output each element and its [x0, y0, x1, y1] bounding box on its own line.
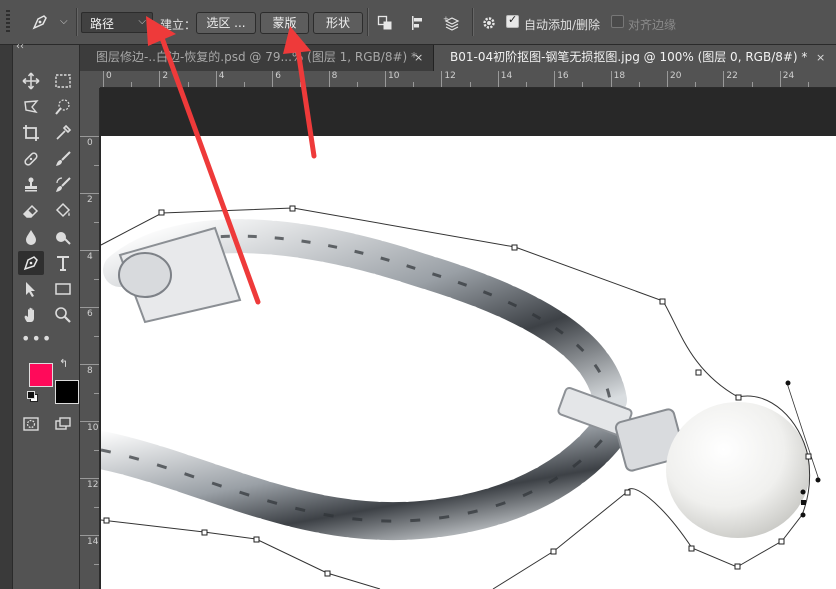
annotation-arrows [146, 16, 317, 305]
annotation-arrowhead [283, 26, 311, 54]
